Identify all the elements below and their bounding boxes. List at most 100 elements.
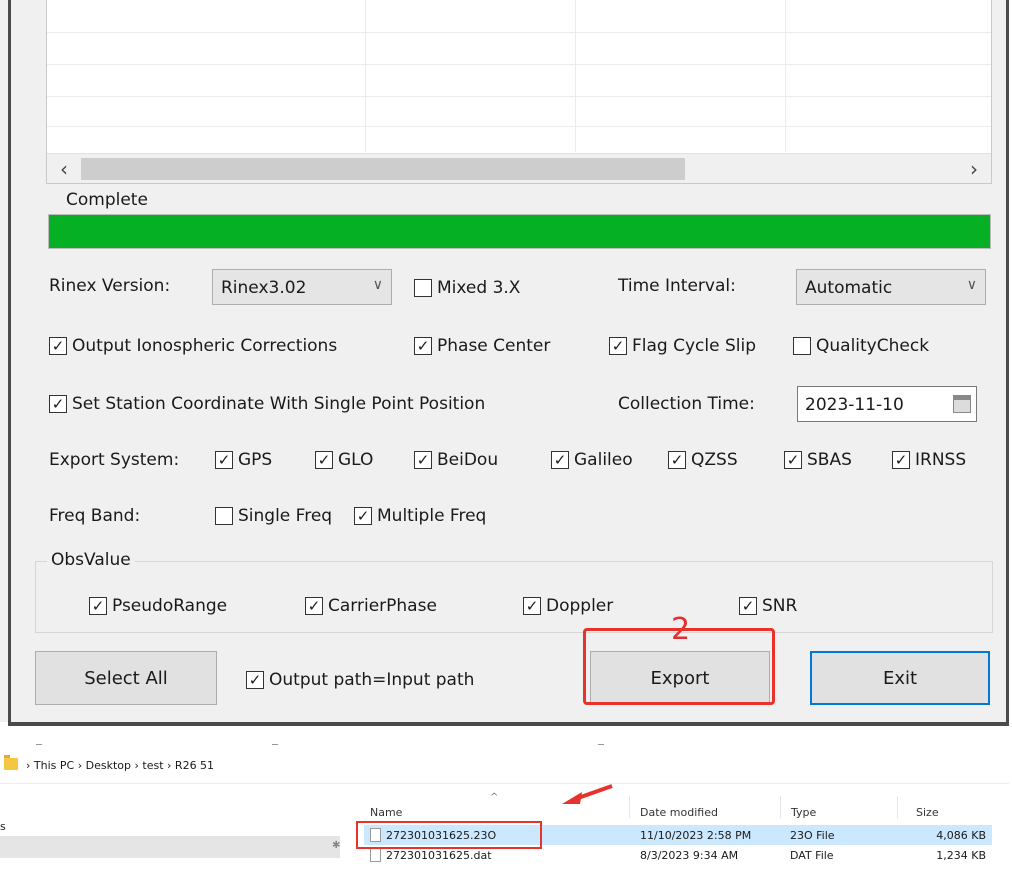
checkbox-box[interactable]: ✓	[49, 395, 67, 413]
checkbox-box[interactable]: ✓	[523, 597, 541, 615]
checkbox-box[interactable]: ✓	[215, 451, 233, 469]
file-highlight-box	[356, 821, 542, 849]
collection-time-picker[interactable]: 2023-11-10	[797, 386, 977, 422]
checkbox-box[interactable]	[793, 337, 811, 355]
phase-center-label: Phase Center	[437, 336, 551, 356]
multiple-freq-label: Multiple Freq	[377, 506, 487, 526]
file-explorer: › This PC › Desktop › test › R26 51 ^ Na…	[0, 726, 1009, 873]
freq-band-label: Freq Band:	[49, 506, 141, 526]
breadcrumb-item[interactable]: test	[142, 759, 163, 772]
pseudorange-label: PseudoRange	[112, 596, 228, 616]
time-interval-select[interactable]: Automatic ∨	[796, 269, 986, 305]
column-header-date[interactable]: Date modified	[640, 806, 718, 819]
carrierphase-checkbox[interactable]: ✓ CarrierPhase	[305, 596, 437, 616]
qzss-checkbox[interactable]: ✓ QZSS	[668, 450, 738, 470]
scrollbar-thumb[interactable]	[81, 158, 685, 180]
irnss-label: IRNSS	[915, 450, 967, 470]
tick	[36, 744, 42, 745]
annotation-arrow-icon	[562, 784, 613, 804]
output-path-checkbox[interactable]: ✓ Output path=Input path	[246, 670, 474, 690]
collection-time-label: Collection Time:	[618, 394, 755, 414]
column-header-name[interactable]: Name	[370, 806, 402, 819]
checkbox-box[interactable]: ✓	[49, 337, 67, 355]
output-ionospheric-checkbox[interactable]: ✓ Output Ionospheric Corrections	[49, 336, 337, 356]
snr-checkbox[interactable]: ✓ SNR	[739, 596, 797, 616]
export-highlight-box	[583, 628, 775, 705]
checkbox-box[interactable]	[414, 279, 432, 297]
checkbox-box[interactable]: ✓	[89, 597, 107, 615]
file-size: 1,234 KB	[936, 849, 986, 862]
ruler-ticks	[0, 726, 1009, 750]
pseudorange-checkbox[interactable]: ✓ PseudoRange	[89, 596, 227, 616]
checkbox-box[interactable]	[215, 507, 233, 525]
checkbox-box[interactable]: ✓	[246, 671, 264, 689]
checkbox-box[interactable]: ✓	[892, 451, 910, 469]
checkbox-box[interactable]: ✓	[784, 451, 802, 469]
column-divider[interactable]	[897, 796, 898, 818]
beidou-checkbox[interactable]: ✓ BeiDou	[414, 450, 498, 470]
column-divider[interactable]	[780, 796, 781, 818]
gps-checkbox[interactable]: ✓ GPS	[215, 450, 272, 470]
quality-check-checkbox[interactable]: QualityCheck	[793, 336, 929, 356]
progress-status: Complete	[66, 190, 148, 210]
galileo-checkbox[interactable]: ✓ Galileo	[551, 450, 633, 470]
breadcrumb-item[interactable]: Desktop	[86, 759, 131, 772]
breadcrumb-item[interactable]: This PC	[34, 759, 74, 772]
multiple-freq-checkbox[interactable]: ✓ Multiple Freq	[354, 506, 486, 526]
divider	[0, 783, 1009, 784]
checkbox-box[interactable]: ✓	[668, 451, 686, 469]
checkbox-box[interactable]: ✓	[315, 451, 333, 469]
nav-pane-selected-item[interactable]	[0, 836, 340, 858]
breadcrumb-separator: ›	[26, 758, 34, 772]
set-station-coordinate-label: Set Station Coordinate With Single Point…	[72, 394, 486, 414]
sort-ascending-icon: ^	[490, 792, 499, 803]
sbas-checkbox[interactable]: ✓ SBAS	[784, 450, 852, 470]
data-grid[interactable]: ‹ ›	[46, 0, 992, 184]
snr-label: SNR	[762, 596, 798, 616]
checkbox-box[interactable]: ✓	[414, 451, 432, 469]
gps-label: GPS	[238, 450, 273, 470]
breadcrumb[interactable]: › This PC › Desktop › test › R26 51	[26, 754, 214, 776]
column-header-type[interactable]: Type	[791, 806, 816, 819]
tick	[272, 744, 278, 745]
checkbox-box[interactable]: ✓	[414, 337, 432, 355]
checkbox-box[interactable]: ✓	[305, 597, 323, 615]
rinex-version-select[interactable]: Rinex3.02 ∨	[212, 269, 392, 305]
mixed-3x-checkbox[interactable]: Mixed 3.X	[414, 278, 520, 298]
glo-checkbox[interactable]: ✓ GLO	[315, 450, 373, 470]
nav-pane-item[interactable]: s	[0, 820, 6, 833]
single-freq-checkbox[interactable]: Single Freq	[215, 506, 332, 526]
irnss-checkbox[interactable]: ✓ IRNSS	[892, 450, 966, 470]
column-divider[interactable]	[629, 796, 630, 818]
tick	[598, 744, 604, 745]
scroll-right-arrow-icon[interactable]: ›	[961, 156, 987, 182]
progress-bar	[48, 214, 991, 249]
checkbox-box[interactable]: ✓	[354, 507, 372, 525]
flag-cycle-slip-label: Flag Cycle Slip	[632, 336, 757, 356]
horizontal-scrollbar[interactable]: ‹ ›	[47, 153, 991, 183]
flag-cycle-slip-checkbox[interactable]: ✓ Flag Cycle Slip	[609, 336, 756, 356]
set-station-coordinate-checkbox[interactable]: ✓ Set Station Coordinate With Single Poi…	[49, 394, 485, 414]
select-all-button[interactable]: Select All	[35, 651, 217, 705]
column-header-size[interactable]: Size	[916, 806, 939, 819]
checkbox-box[interactable]: ✓	[609, 337, 627, 355]
carrierphase-label: CarrierPhase	[328, 596, 437, 616]
output-path-label: Output path=Input path	[269, 670, 475, 690]
glo-label: GLO	[338, 450, 374, 470]
pin-icon[interactable]: ✱	[332, 840, 340, 851]
chevron-down-icon: ∨	[372, 277, 383, 293]
doppler-checkbox[interactable]: ✓ Doppler	[523, 596, 613, 616]
rinex-version-value: Rinex3.02	[221, 278, 307, 298]
grid-col-line	[365, 0, 366, 152]
calendar-icon[interactable]	[953, 395, 971, 413]
exit-button[interactable]: Exit	[810, 651, 990, 705]
checkbox-box[interactable]: ✓	[739, 597, 757, 615]
grid-row-line	[47, 32, 991, 33]
breadcrumb-item[interactable]: R26 51	[175, 759, 214, 772]
chevron-down-icon: ∨	[966, 277, 977, 293]
phase-center-checkbox[interactable]: ✓ Phase Center	[414, 336, 550, 356]
grid-row-line	[47, 126, 991, 127]
grid-col-line	[575, 0, 576, 152]
scroll-left-arrow-icon[interactable]: ‹	[51, 156, 77, 182]
checkbox-box[interactable]: ✓	[551, 451, 569, 469]
